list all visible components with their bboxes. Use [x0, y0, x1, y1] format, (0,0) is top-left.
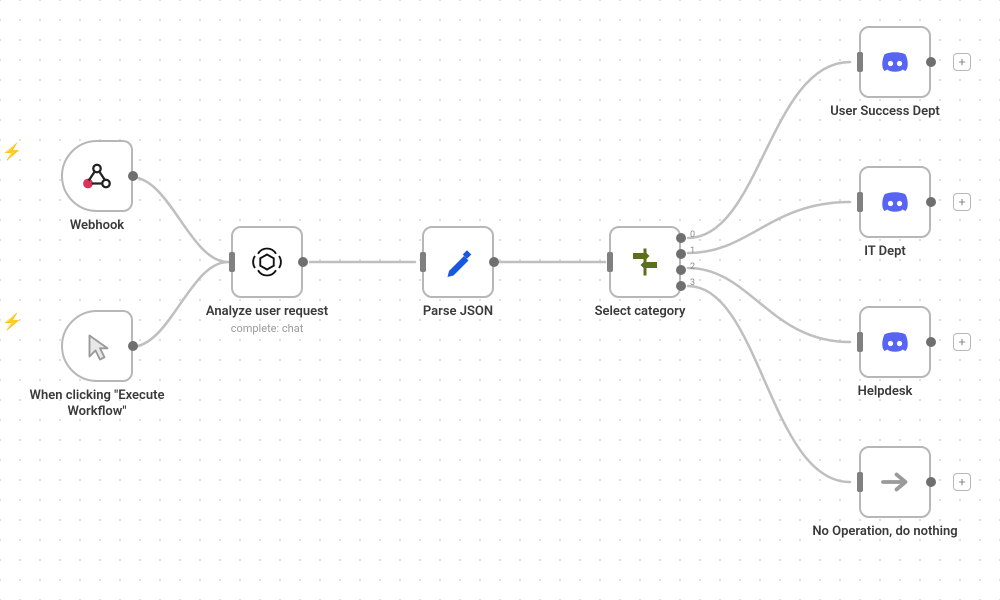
- node-label: Parse JSON: [383, 304, 533, 320]
- output-port[interactable]: [926, 197, 936, 207]
- node-select-category[interactable]: 0 1 2 3 Select category: [565, 226, 725, 320]
- discord-icon: [877, 44, 913, 80]
- node-label: User Success Dept: [810, 104, 960, 120]
- node-webhook[interactable]: ⚡ Webhook: [22, 140, 172, 234]
- node-it-dept[interactable]: + IT Dept: [810, 166, 980, 260]
- output-port[interactable]: [926, 477, 936, 487]
- output-port-1[interactable]: 1: [676, 249, 686, 259]
- input-port[interactable]: [420, 252, 426, 272]
- output-port[interactable]: [128, 171, 138, 181]
- node-label: Webhook: [22, 218, 172, 234]
- output-port-2[interactable]: 2: [676, 265, 686, 275]
- node-no-operation[interactable]: + No Operation, do nothing: [810, 446, 980, 540]
- node-label: No Operation, do nothing: [810, 524, 960, 540]
- node-analyze[interactable]: Analyze user request complete: chat: [192, 226, 342, 335]
- discord-icon: [877, 324, 913, 360]
- signpost-icon: [627, 244, 663, 280]
- input-port[interactable]: [229, 252, 235, 272]
- add-node-button[interactable]: +: [953, 193, 971, 211]
- trigger-bolt-icon: ⚡: [2, 142, 22, 161]
- node-sublabel: complete: chat: [192, 322, 342, 335]
- multi-output: 0 1 2 3: [676, 233, 686, 291]
- add-node-button[interactable]: +: [953, 53, 971, 71]
- node-manual-trigger[interactable]: ⚡ When clicking "Execute Workflow": [22, 310, 172, 421]
- output-port[interactable]: [128, 341, 138, 351]
- node-label: Helpdesk: [810, 384, 960, 400]
- output-port[interactable]: [298, 257, 308, 267]
- node-user-success-dept[interactable]: + User Success Dept: [810, 26, 980, 120]
- input-port[interactable]: [857, 52, 863, 72]
- workflow-canvas[interactable]: ⚡ Webhook ⚡ When clicking "Execute Workf…: [0, 0, 1000, 600]
- cursor-icon: [79, 328, 115, 364]
- pencil-icon: [440, 244, 476, 280]
- output-port-3[interactable]: 3: [676, 281, 686, 291]
- output-port[interactable]: [926, 337, 936, 347]
- trigger-bolt-icon: ⚡: [2, 312, 22, 331]
- openai-icon: [249, 244, 285, 280]
- add-node-button[interactable]: +: [953, 473, 971, 491]
- input-port[interactable]: [857, 332, 863, 352]
- output-port-0[interactable]: 0: [676, 233, 686, 243]
- input-port[interactable]: [607, 252, 613, 272]
- discord-icon: [877, 184, 913, 220]
- node-parse-json[interactable]: Parse JSON: [383, 226, 533, 320]
- node-helpdesk[interactable]: + Helpdesk: [810, 306, 980, 400]
- add-node-button[interactable]: +: [953, 333, 971, 351]
- input-port[interactable]: [857, 192, 863, 212]
- output-port[interactable]: [489, 257, 499, 267]
- input-port[interactable]: [857, 472, 863, 492]
- webhook-icon: [79, 158, 115, 194]
- node-label: Analyze user request: [192, 304, 342, 320]
- output-port[interactable]: [926, 57, 936, 67]
- node-label: When clicking "Execute Workflow": [22, 388, 172, 421]
- node-label: Select category: [565, 304, 715, 320]
- arrow-right-icon: [877, 464, 913, 500]
- node-label: IT Dept: [810, 244, 960, 260]
